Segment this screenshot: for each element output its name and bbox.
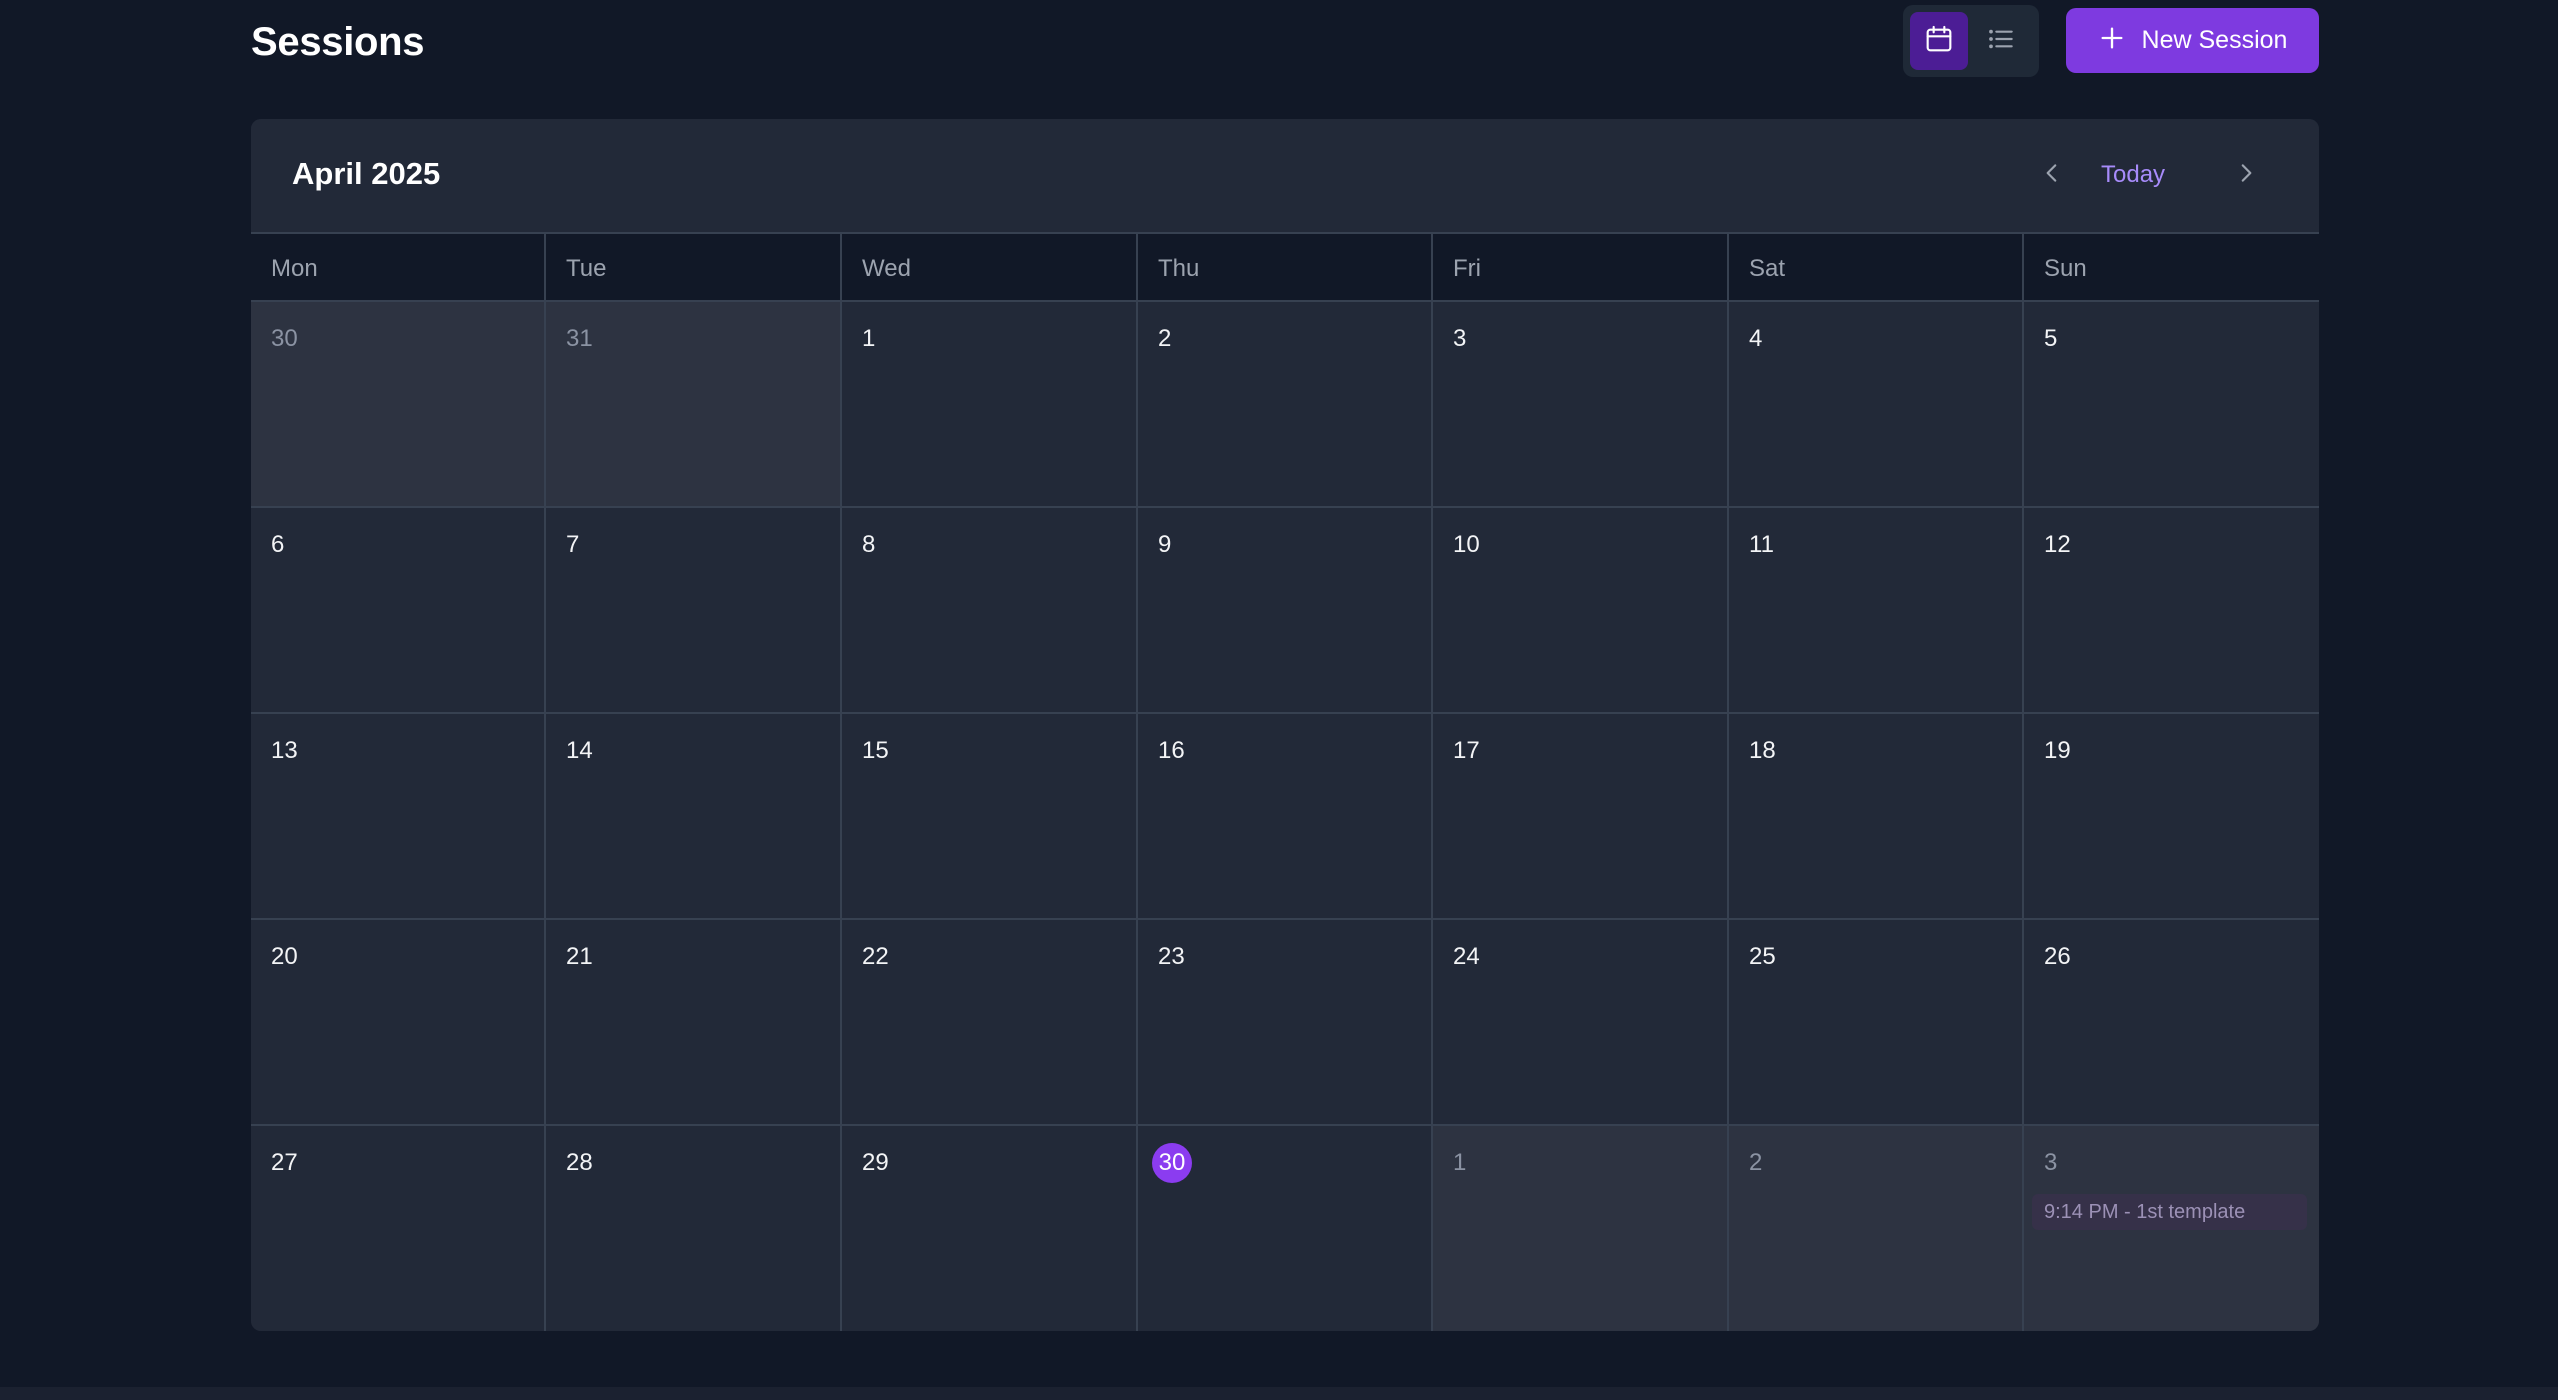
day-cell[interactable]: 16 [1138,714,1433,920]
day-cell[interactable]: 19 [2024,714,2319,920]
day-number: 25 [1749,943,1776,970]
day-number: 18 [1749,737,1776,764]
day-cell[interactable]: 22 [842,920,1138,1126]
list-icon [1985,23,2017,60]
day-cell[interactable]: 24 [1433,920,1729,1126]
day-cell[interactable]: 2 [1138,302,1433,508]
day-number: 31 [566,325,593,352]
day-cell[interactable]: 13 [251,714,546,920]
day-cell[interactable]: 3 9:14 PM - 1st template [2024,1126,2319,1331]
page-title: Sessions [251,20,425,64]
day-number: 22 [862,943,889,970]
calendar-header: April 2025 Today [251,119,2319,234]
bottom-scrollbar[interactable] [0,1387,2558,1400]
weekday-label: Sun [2044,255,2087,282]
day-cell[interactable]: 7 [546,508,842,714]
chevron-left-icon [2039,160,2065,191]
weekday-label: Fri [1433,234,1729,300]
day-cell[interactable]: 29 [842,1126,1138,1331]
day-number: 6 [271,531,285,558]
weekday-label: Thu [1138,234,1433,300]
day-number: 1 [1453,1149,1467,1176]
today-date-badge: 30 [1152,1143,1192,1183]
day-cell[interactable]: 11 [1729,508,2024,714]
day-cell[interactable]: 28 [546,1126,842,1331]
day-cell[interactable]: 23 [1138,920,1433,1126]
day-cell[interactable]: 3 [1433,302,1729,508]
new-session-label: New Session [2141,26,2288,54]
day-cell[interactable]: 4 [1729,302,2024,508]
day-cell[interactable]: 26 [2024,920,2319,1126]
day-number: 1 [862,325,876,352]
day-cell[interactable]: 12 [2024,508,2319,714]
day-cell[interactable]: 14 [546,714,842,920]
session-event[interactable]: 9:14 PM - 1st template [2032,1194,2307,1230]
day-cell[interactable]: 6 [251,508,546,714]
new-session-button[interactable]: New Session [2066,8,2319,73]
day-number: 5 [2044,325,2058,352]
plus-icon [2098,24,2126,57]
weekday-label: Wed [842,234,1138,300]
day-number: 8 [862,531,876,558]
weekday-label: Sat [1729,234,2024,300]
day-number: 20 [271,943,298,970]
day-cell[interactable]: 1 [1433,1126,1729,1331]
day-cell[interactable]: 30 [1138,1126,1433,1331]
next-month-button[interactable] [2222,151,2270,199]
calendar-icon [1923,23,1955,60]
day-number: 11 [1749,531,1774,558]
day-number: 15 [862,737,889,764]
today-button[interactable]: Today [2101,155,2165,195]
day-cell[interactable]: 9 [1138,508,1433,714]
view-toggle [1903,5,2039,77]
day-number: 10 [1453,531,1480,558]
month-grid: 30 31 1 2 3 4 5 6 7 8 9 10 11 12 13 14 15 16 17 18 19 20 21 22 2… [251,302,2319,1331]
day-number: 14 [566,737,593,764]
day-cell[interactable]: 2 [1729,1126,2024,1331]
day-cell[interactable]: 15 [842,714,1138,920]
day-number: 3 [2044,1149,2058,1176]
day-cell[interactable]: 30 [251,302,546,508]
day-number: 7 [566,531,580,558]
day-number: 2 [1158,325,1172,352]
day-cell[interactable]: 8 [842,508,1138,714]
day-cell[interactable]: 18 [1729,714,2024,920]
day-number: 13 [271,737,298,764]
day-cell[interactable]: 31 [546,302,842,508]
list-view-button[interactable] [1972,12,2030,70]
day-number: 27 [271,1149,298,1176]
day-number: 4 [1749,325,1763,352]
day-number: 26 [2044,943,2071,970]
day-number: 16 [1158,737,1185,764]
day-number: 21 [566,943,593,970]
month-title: April 2025 [292,156,441,191]
day-cell[interactable]: 1 [842,302,1138,508]
day-cell[interactable]: 25 [1729,920,2024,1126]
weekday-label: Mon [251,234,546,300]
weekday-header-row: Mon Tue Wed Thu Fri Sat Sun [251,234,2319,302]
day-number: 29 [862,1149,889,1176]
previous-month-button[interactable] [2028,151,2076,199]
calendar-card: April 2025 Today Mon Tue Wed Thu Fri Sat… [251,119,2319,1331]
day-cell[interactable]: 27 [251,1126,546,1331]
calendar-view-button[interactable] [1910,12,1968,70]
day-cell[interactable]: 10 [1433,508,1729,714]
day-cell[interactable]: 17 [1433,714,1729,920]
weekday-label: Tue [546,234,842,300]
day-number: 12 [2044,531,2071,558]
day-cell[interactable]: 5 [2024,302,2319,508]
day-number: 19 [2044,737,2071,764]
day-cell[interactable]: 20 [251,920,546,1126]
day-number: 24 [1453,943,1480,970]
day-number: 17 [1453,737,1480,764]
day-number: 23 [1158,943,1185,970]
chevron-right-icon [2233,160,2259,191]
day-number: 30 [271,325,298,352]
day-number: 3 [1453,325,1467,352]
day-cell[interactable]: 21 [546,920,842,1126]
day-number: 2 [1749,1149,1763,1176]
day-number: 9 [1158,531,1172,558]
day-number: 28 [566,1149,593,1176]
